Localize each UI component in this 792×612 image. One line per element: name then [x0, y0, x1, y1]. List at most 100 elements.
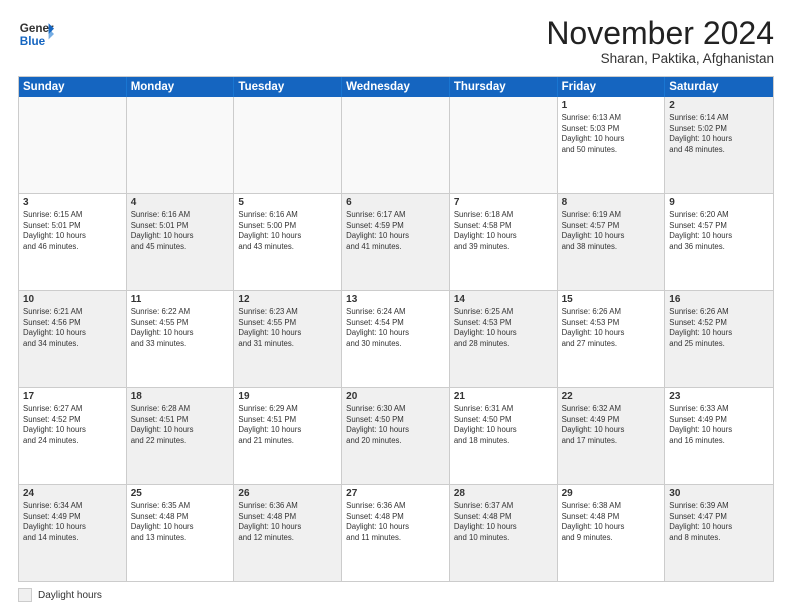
cal-cell-r2-c2: 12 Sunrise: 6:23 AM Sunset: 4:55 PM Dayli…	[234, 291, 342, 387]
title-block: November 2024 Sharan, Paktika, Afghanist…	[546, 16, 774, 66]
cal-cell-r2-c1: 11 Sunrise: 6:22 AM Sunset: 4:55 PM Dayli…	[127, 291, 235, 387]
cell-text: Sunrise: 6:35 AM Sunset: 4:48 PM Dayligh…	[131, 501, 230, 543]
cal-cell-r1-c0: 3Sunrise: 6:15 AM Sunset: 5:01 PM Daylig…	[19, 194, 127, 290]
header-thursday: Thursday	[450, 77, 558, 97]
logo: General Blue	[18, 16, 54, 52]
day-number: 14	[454, 294, 553, 305]
calendar: Sunday Monday Tuesday Wednesday Thursday…	[18, 76, 774, 582]
day-number: 21	[454, 391, 553, 402]
day-number: 26	[238, 488, 337, 499]
day-number: 13	[346, 294, 445, 305]
cal-cell-r3-c0: 17 Sunrise: 6:27 AM Sunset: 4:52 PM Dayli…	[19, 388, 127, 484]
calendar-row-2: 3Sunrise: 6:15 AM Sunset: 5:01 PM Daylig…	[19, 193, 773, 290]
cal-cell-r4-c0: 24 Sunrise: 6:34 AM Sunset: 4:49 PM Dayli…	[19, 485, 127, 581]
cal-cell-r3-c5: 22 Sunrise: 6:32 AM Sunset: 4:49 PM Dayli…	[558, 388, 666, 484]
day-number: 16	[669, 294, 769, 305]
calendar-row-5: 24 Sunrise: 6:34 AM Sunset: 4:49 PM Dayli…	[19, 484, 773, 581]
day-number: 22	[562, 391, 661, 402]
cell-text: Sunrise: 6:30 AM Sunset: 4:50 PM Dayligh…	[346, 404, 445, 446]
day-number: 19	[238, 391, 337, 402]
cal-cell-r4-c3: 27 Sunrise: 6:36 AM Sunset: 4:48 PM Dayli…	[342, 485, 450, 581]
cal-cell-r2-c4: 14 Sunrise: 6:25 AM Sunset: 4:53 PM Dayli…	[450, 291, 558, 387]
header-monday: Monday	[127, 77, 235, 97]
cell-text: Sunrise: 6:16 AM Sunset: 5:00 PM Dayligh…	[238, 210, 337, 252]
day-number: 7	[454, 197, 553, 208]
cal-cell-r4-c2: 26 Sunrise: 6:36 AM Sunset: 4:48 PM Dayli…	[234, 485, 342, 581]
calendar-body: 1 Sunrise: 6:13 AM Sunset: 5:03 PM Daylig…	[19, 97, 773, 581]
cal-cell-r1-c3: 6 Sunrise: 6:17 AM Sunset: 4:59 PM Daylig…	[342, 194, 450, 290]
header-wednesday: Wednesday	[342, 77, 450, 97]
day-number: 4	[131, 197, 230, 208]
calendar-header: Sunday Monday Tuesday Wednesday Thursday…	[19, 77, 773, 97]
cal-cell-r3-c1: 18Sunrise: 6:28 AM Sunset: 4:51 PM Dayli…	[127, 388, 235, 484]
cell-text: Sunrise: 6:32 AM Sunset: 4:49 PM Dayligh…	[562, 404, 661, 446]
day-number: 25	[131, 488, 230, 499]
cal-cell-r0-c3	[342, 97, 450, 193]
header-friday: Friday	[558, 77, 666, 97]
cal-cell-r1-c5: 8Sunrise: 6:19 AM Sunset: 4:57 PM Daylig…	[558, 194, 666, 290]
header-tuesday: Tuesday	[234, 77, 342, 97]
day-number: 28	[454, 488, 553, 499]
day-number: 11	[131, 294, 230, 305]
cell-text: Sunrise: 6:25 AM Sunset: 4:53 PM Dayligh…	[454, 307, 553, 349]
day-number: 1	[562, 100, 661, 111]
cal-cell-r1-c6: 9Sunrise: 6:20 AM Sunset: 4:57 PM Daylig…	[665, 194, 773, 290]
cal-cell-r0-c1	[127, 97, 235, 193]
legend-box	[18, 588, 32, 602]
cal-cell-r1-c4: 7 Sunrise: 6:18 AM Sunset: 4:58 PM Daylig…	[450, 194, 558, 290]
cell-text: Sunrise: 6:36 AM Sunset: 4:48 PM Dayligh…	[238, 501, 337, 543]
day-number: 27	[346, 488, 445, 499]
cal-cell-r1-c2: 5 Sunrise: 6:16 AM Sunset: 5:00 PM Daylig…	[234, 194, 342, 290]
day-number: 2	[669, 100, 769, 111]
cell-text: Sunrise: 6:17 AM Sunset: 4:59 PM Dayligh…	[346, 210, 445, 252]
cell-text: Sunrise: 6:18 AM Sunset: 4:58 PM Dayligh…	[454, 210, 553, 252]
day-number: 29	[562, 488, 661, 499]
cal-cell-r0-c2	[234, 97, 342, 193]
cal-cell-r1-c1: 4Sunrise: 6:16 AM Sunset: 5:01 PM Daylig…	[127, 194, 235, 290]
cell-text: Sunrise: 6:20 AM Sunset: 4:57 PM Dayligh…	[669, 210, 769, 252]
calendar-row-1: 1 Sunrise: 6:13 AM Sunset: 5:03 PM Daylig…	[19, 97, 773, 193]
day-number: 24	[23, 488, 122, 499]
cell-text: Sunrise: 6:13 AM Sunset: 5:03 PM Dayligh…	[562, 113, 661, 155]
logo-icon: General Blue	[18, 16, 54, 52]
cal-cell-r2-c5: 15 Sunrise: 6:26 AM Sunset: 4:53 PM Dayli…	[558, 291, 666, 387]
cell-text: Sunrise: 6:36 AM Sunset: 4:48 PM Dayligh…	[346, 501, 445, 543]
calendar-row-3: 10 Sunrise: 6:21 AM Sunset: 4:56 PM Dayli…	[19, 290, 773, 387]
month-title: November 2024	[546, 16, 774, 51]
cell-text: Sunrise: 6:38 AM Sunset: 4:48 PM Dayligh…	[562, 501, 661, 543]
cell-text: Sunrise: 6:21 AM Sunset: 4:56 PM Dayligh…	[23, 307, 122, 349]
cal-cell-r4-c6: 30Sunrise: 6:39 AM Sunset: 4:47 PM Dayli…	[665, 485, 773, 581]
header-saturday: Saturday	[665, 77, 773, 97]
cal-cell-r3-c4: 21 Sunrise: 6:31 AM Sunset: 4:50 PM Dayli…	[450, 388, 558, 484]
cal-cell-r2-c3: 13Sunrise: 6:24 AM Sunset: 4:54 PM Dayli…	[342, 291, 450, 387]
cal-cell-r0-c4	[450, 97, 558, 193]
cell-text: Sunrise: 6:14 AM Sunset: 5:02 PM Dayligh…	[669, 113, 769, 155]
cell-text: Sunrise: 6:26 AM Sunset: 4:52 PM Dayligh…	[669, 307, 769, 349]
cell-text: Sunrise: 6:26 AM Sunset: 4:53 PM Dayligh…	[562, 307, 661, 349]
day-number: 10	[23, 294, 122, 305]
day-number: 3	[23, 197, 122, 208]
cal-cell-r0-c5: 1 Sunrise: 6:13 AM Sunset: 5:03 PM Daylig…	[558, 97, 666, 193]
day-number: 6	[346, 197, 445, 208]
cell-text: Sunrise: 6:23 AM Sunset: 4:55 PM Dayligh…	[238, 307, 337, 349]
cal-cell-r2-c0: 10 Sunrise: 6:21 AM Sunset: 4:56 PM Dayli…	[19, 291, 127, 387]
day-number: 5	[238, 197, 337, 208]
day-number: 17	[23, 391, 122, 402]
day-number: 18	[131, 391, 230, 402]
cal-cell-r0-c6: 2 Sunrise: 6:14 AM Sunset: 5:02 PM Daylig…	[665, 97, 773, 193]
cal-cell-r2-c6: 16 Sunrise: 6:26 AM Sunset: 4:52 PM Dayli…	[665, 291, 773, 387]
page: General Blue November 2024 Sharan, Pakti…	[0, 0, 792, 612]
cell-text: Sunrise: 6:31 AM Sunset: 4:50 PM Dayligh…	[454, 404, 553, 446]
cell-text: Sunrise: 6:19 AM Sunset: 4:57 PM Dayligh…	[562, 210, 661, 252]
cell-text: Sunrise: 6:27 AM Sunset: 4:52 PM Dayligh…	[23, 404, 122, 446]
cal-cell-r4-c5: 29 Sunrise: 6:38 AM Sunset: 4:48 PM Dayli…	[558, 485, 666, 581]
day-number: 15	[562, 294, 661, 305]
location: Sharan, Paktika, Afghanistan	[546, 51, 774, 66]
cell-text: Sunrise: 6:37 AM Sunset: 4:48 PM Dayligh…	[454, 501, 553, 543]
day-number: 23	[669, 391, 769, 402]
day-number: 12	[238, 294, 337, 305]
cell-text: Sunrise: 6:22 AM Sunset: 4:55 PM Dayligh…	[131, 307, 230, 349]
cell-text: Sunrise: 6:39 AM Sunset: 4:47 PM Dayligh…	[669, 501, 769, 543]
cell-text: Sunrise: 6:34 AM Sunset: 4:49 PM Dayligh…	[23, 501, 122, 543]
cal-cell-r3-c6: 23Sunrise: 6:33 AM Sunset: 4:49 PM Dayli…	[665, 388, 773, 484]
